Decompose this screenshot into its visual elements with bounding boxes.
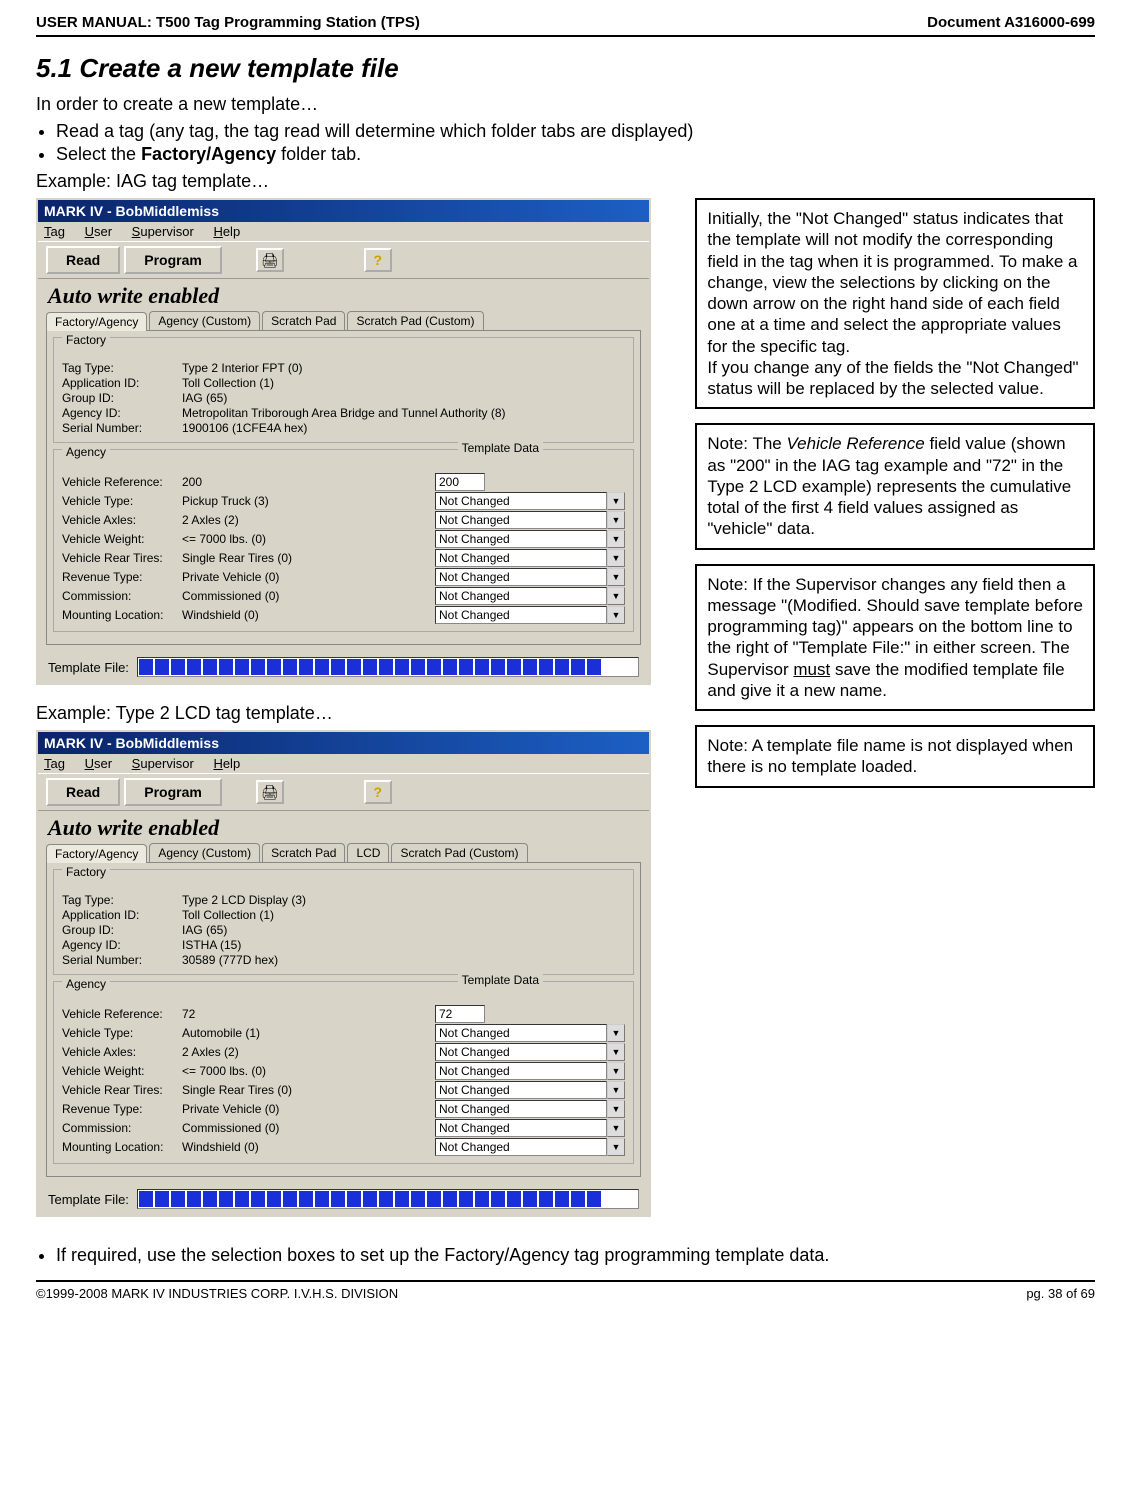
progress-bar [137,657,639,677]
chevron-down-icon[interactable]: ▼ [607,1119,625,1137]
vref-input[interactable]: 72 [435,1005,485,1023]
print-icon[interactable]: 🖨 [256,248,284,272]
menu-supervisor[interactable]: Supervisor [132,224,194,239]
titlebar: MARK IV - BobMiddlemiss [38,200,649,222]
vref-input[interactable]: 200 [435,473,485,491]
toolbar: Read Program 🖨 ? [38,773,649,811]
template-file-label: Template File: [48,660,129,675]
factory-fieldset: Factory Tag Type:Type 2 Interior FPT (0)… [53,337,634,443]
tab-scratch-pad[interactable]: Scratch Pad [262,311,345,330]
tab-agency-custom[interactable]: Agency (Custom) [149,843,260,862]
menu-user[interactable]: User [85,756,112,771]
vweight-select[interactable]: Not Changed [435,1062,607,1080]
template-file-row: Template File: [38,1183,649,1215]
menu-tag[interactable]: Tag [44,224,65,239]
vaxles-select[interactable]: Not Changed [435,511,607,529]
menu-supervisor[interactable]: Supervisor [132,756,194,771]
chevron-down-icon[interactable]: ▼ [607,1100,625,1118]
page-footer: ©1999-2008 MARK IV INDUSTRIES CORP. I.V.… [36,1280,1095,1301]
help-icon[interactable]: ? [364,248,392,272]
footer-left: ©1999-2008 MARK IV INDUSTRIES CORP. I.V.… [36,1286,398,1301]
comm-select[interactable]: Not Changed [435,587,607,605]
tab-scratch-pad-custom[interactable]: Scratch Pad (Custom) [347,311,483,330]
template-file-row: Template File: [38,651,649,683]
tab-lcd[interactable]: LCD [347,843,389,862]
example1-caption: Example: IAG tag template… [36,171,1095,192]
chevron-down-icon[interactable]: ▼ [607,1043,625,1061]
bullet-bottom: If required, use the selection boxes to … [56,1245,1095,1266]
chevron-down-icon[interactable]: ▼ [607,1024,625,1042]
chevron-down-icon[interactable]: ▼ [607,511,625,529]
menu-user[interactable]: User [85,224,112,239]
read-button[interactable]: Read [46,778,120,806]
help-icon[interactable]: ? [364,780,392,804]
vtype-select[interactable]: Not Changed [435,1024,607,1042]
agency-fieldset: Agency Template Data Vehicle Reference:7… [53,981,634,1164]
bullet-2: Select the Factory/Agency folder tab. [56,144,1095,165]
factory-fieldset: Factory Tag Type:Type 2 LCD Display (3) … [53,869,634,975]
header-left: USER MANUAL: T500 Tag Programming Statio… [36,14,420,31]
menu-tag[interactable]: Tag [44,756,65,771]
note-template-file: Note: A template file name is not displa… [695,725,1095,788]
chevron-down-icon[interactable]: ▼ [607,587,625,605]
section-title: 5.1 Create a new template file [36,53,1095,84]
footer-right: pg. 38 of 69 [1026,1286,1095,1301]
note-modified: Note: If the Supervisor changes any fiel… [695,564,1095,712]
example2-caption: Example: Type 2 LCD tag template… [36,703,675,724]
chevron-down-icon[interactable]: ▼ [607,568,625,586]
program-button[interactable]: Program [124,246,222,274]
comm-select[interactable]: Not Changed [435,1119,607,1137]
template-data-legend: Template Data [458,441,543,455]
auto-write-label: Auto write enabled [38,811,649,841]
vweight-select[interactable]: Not Changed [435,530,607,548]
app-window-lcd: MARK IV - BobMiddlemiss Tag User Supervi… [36,730,651,1217]
tab-agency-custom[interactable]: Agency (Custom) [149,311,260,330]
chevron-down-icon[interactable]: ▼ [607,549,625,567]
note-not-changed: Initially, the "Not Changed" status indi… [695,198,1095,409]
chevron-down-icon[interactable]: ▼ [607,1062,625,1080]
progress-bar [137,1189,639,1209]
menu-help[interactable]: Help [213,756,240,771]
vaxles-select[interactable]: Not Changed [435,1043,607,1061]
toolbar: Read Program 🖨 ? [38,241,649,279]
template-data-legend: Template Data [458,973,543,987]
print-icon[interactable]: 🖨 [256,780,284,804]
vrear-select[interactable]: Not Changed [435,549,607,567]
chevron-down-icon[interactable]: ▼ [607,530,625,548]
menubar: Tag User Supervisor Help [38,754,649,773]
chevron-down-icon[interactable]: ▼ [607,1081,625,1099]
intro-text: In order to create a new template… [36,94,1095,115]
rev-select[interactable]: Not Changed [435,1100,607,1118]
tabs: Factory/Agency Agency (Custom) Scratch P… [38,841,649,862]
tab-factory-agency[interactable]: Factory/Agency [46,844,147,863]
header-right: Document A316000-699 [927,14,1095,31]
template-file-label: Template File: [48,1192,129,1207]
page-header: USER MANUAL: T500 Tag Programming Statio… [36,14,1095,37]
tab-scratch-pad-custom[interactable]: Scratch Pad (Custom) [391,843,527,862]
bullet-1: Read a tag (any tag, the tag read will d… [56,121,1095,142]
tabs: Factory/Agency Agency (Custom) Scratch P… [38,309,649,330]
mount-select[interactable]: Not Changed [435,1138,607,1156]
vtype-select[interactable]: Not Changed [435,492,607,510]
chevron-down-icon[interactable]: ▼ [607,1138,625,1156]
menubar: Tag User Supervisor Help [38,222,649,241]
chevron-down-icon[interactable]: ▼ [607,606,625,624]
mount-select[interactable]: Not Changed [435,606,607,624]
vrear-select[interactable]: Not Changed [435,1081,607,1099]
agency-fieldset: Agency Template Data Vehicle Reference:2… [53,449,634,632]
app-window-iag: MARK IV - BobMiddlemiss Tag User Supervi… [36,198,651,685]
menu-help[interactable]: Help [213,224,240,239]
note-vehicle-reference: Note: The Vehicle Reference field value … [695,423,1095,549]
rev-select[interactable]: Not Changed [435,568,607,586]
auto-write-label: Auto write enabled [38,279,649,309]
tab-scratch-pad[interactable]: Scratch Pad [262,843,345,862]
titlebar: MARK IV - BobMiddlemiss [38,732,649,754]
program-button[interactable]: Program [124,778,222,806]
chevron-down-icon[interactable]: ▼ [607,492,625,510]
read-button[interactable]: Read [46,246,120,274]
tab-factory-agency[interactable]: Factory/Agency [46,312,147,331]
